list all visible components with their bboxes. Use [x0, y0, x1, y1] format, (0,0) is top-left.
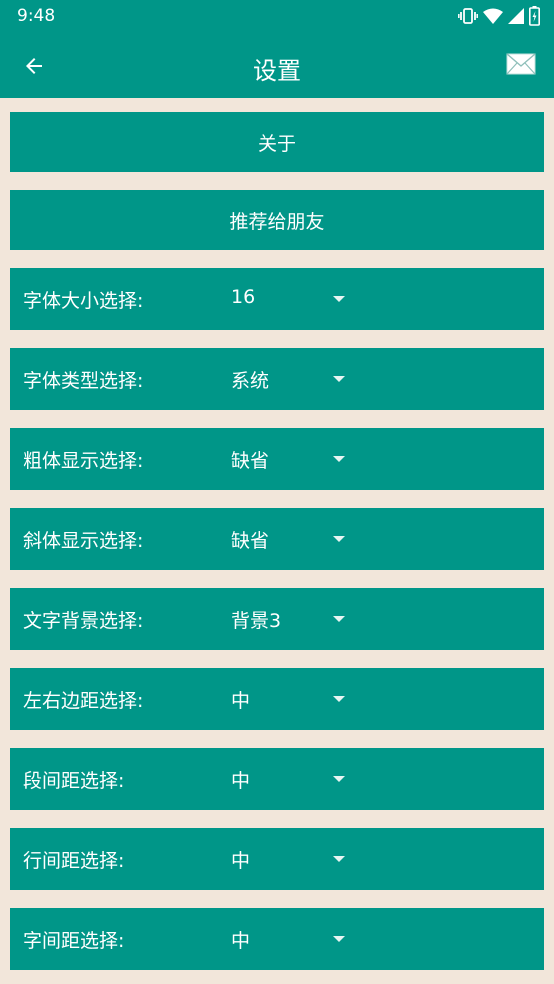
mail-button[interactable]: [506, 52, 536, 76]
signal-icon: [508, 8, 524, 24]
recommend-button[interactable]: 推荐给朋友: [10, 190, 544, 250]
setting-bold[interactable]: 粗体显示选择: 缺省: [10, 428, 544, 490]
setting-label: 行间距选择:: [23, 850, 125, 872]
setting-font-type[interactable]: 字体类型选择: 系统: [10, 348, 544, 410]
settings-list: 关于 推荐给朋友 字体大小选择: 16 字体类型选择: 系统 粗体显示选择: 缺…: [10, 112, 544, 984]
setting-paragraph-spacing[interactable]: 段间距选择: 中: [10, 748, 544, 810]
setting-value[interactable]: 中: [231, 846, 250, 873]
setting-label: 字体类型选择:: [23, 370, 144, 392]
dropdown-arrow-icon[interactable]: [333, 456, 345, 462]
setting-value[interactable]: 中: [231, 766, 250, 793]
battery-icon: [529, 6, 540, 26]
setting-font-size[interactable]: 字体大小选择: 16: [10, 268, 544, 330]
setting-value[interactable]: 16: [231, 286, 255, 308]
page-title: 设置: [253, 57, 301, 85]
setting-side-margin[interactable]: 左右边距选择: 中: [10, 668, 544, 730]
setting-value[interactable]: 系统: [231, 366, 269, 393]
dropdown-arrow-icon[interactable]: [333, 616, 345, 622]
setting-value[interactable]: 缺省: [231, 526, 269, 553]
setting-label: 段间距选择:: [23, 770, 125, 792]
dropdown-arrow-icon[interactable]: [333, 296, 345, 302]
dropdown-arrow-icon[interactable]: [333, 376, 345, 382]
setting-value[interactable]: 中: [231, 926, 250, 953]
setting-value[interactable]: 背景3: [231, 606, 281, 633]
setting-value[interactable]: 中: [231, 686, 250, 713]
status-icons: [458, 5, 540, 27]
about-button[interactable]: 关于: [10, 112, 544, 172]
dropdown-arrow-icon[interactable]: [333, 856, 345, 862]
setting-label: 文字背景选择:: [23, 610, 144, 632]
mail-icon: [506, 53, 536, 75]
dropdown-arrow-icon[interactable]: [333, 696, 345, 702]
setting-value[interactable]: 缺省: [231, 446, 269, 473]
toolbar: 设置: [0, 32, 554, 98]
wifi-icon: [483, 8, 503, 24]
dropdown-arrow-icon[interactable]: [333, 536, 345, 542]
dropdown-arrow-icon[interactable]: [333, 776, 345, 782]
setting-text-background[interactable]: 文字背景选择: 背景3: [10, 588, 544, 650]
setting-label: 斜体显示选择:: [23, 530, 144, 552]
setting-italic[interactable]: 斜体显示选择: 缺省: [10, 508, 544, 570]
dropdown-arrow-icon[interactable]: [333, 936, 345, 942]
vibrate-icon: [458, 7, 478, 25]
status-bar: 9:48: [0, 0, 554, 32]
setting-label: 粗体显示选择:: [23, 450, 144, 472]
setting-label: 左右边距选择:: [23, 690, 144, 712]
app-bar: 9:48 设置: [0, 0, 554, 98]
setting-letter-spacing[interactable]: 字间距选择: 中: [10, 908, 544, 970]
setting-label: 字体大小选择:: [23, 290, 144, 312]
setting-label: 字间距选择:: [23, 930, 125, 952]
setting-line-spacing[interactable]: 行间距选择: 中: [10, 828, 544, 890]
status-time: 9:48: [17, 6, 56, 26]
